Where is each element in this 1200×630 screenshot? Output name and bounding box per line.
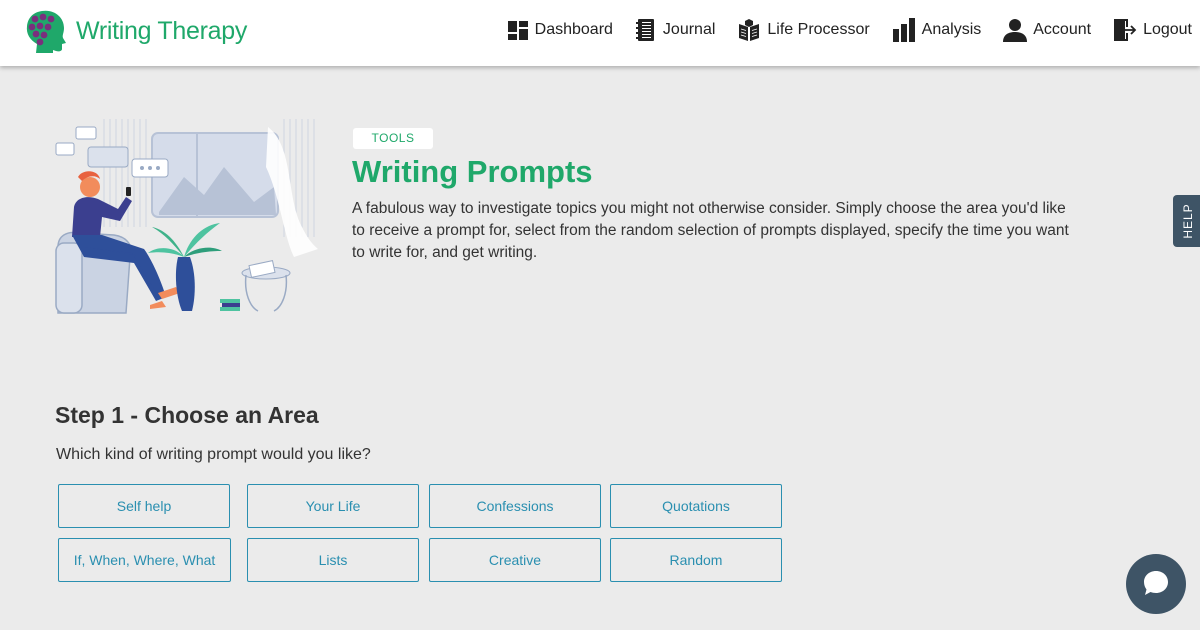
tools-tag: TOOLS xyxy=(353,128,433,149)
area-button-random[interactable]: Random xyxy=(610,538,782,582)
area-button-your-life[interactable]: Your Life xyxy=(247,484,419,528)
area-button-quotations[interactable]: Quotations xyxy=(610,484,782,528)
brand-name: Writing Therapy xyxy=(76,16,248,45)
page-description: A fabulous way to investigate topics you… xyxy=(352,200,1069,261)
area-button-lists[interactable]: Lists xyxy=(247,538,419,582)
person-reading-illustration xyxy=(55,119,318,314)
nav-life-processor-label: Life Processor xyxy=(767,21,870,38)
nav-journal-label: Journal xyxy=(662,21,716,38)
logout-icon xyxy=(1114,19,1137,41)
main-nav: Dashboard Journal Life Processor Analysi… xyxy=(485,18,1192,42)
help-tab[interactable]: HELP xyxy=(1173,195,1200,247)
brand-logo-link[interactable]: Writing Therapy xyxy=(26,9,247,53)
nav-logout[interactable]: Logout xyxy=(1113,18,1192,42)
chat-widget-button[interactable] xyxy=(1126,554,1186,614)
page-title: Writing Prompts xyxy=(352,154,593,189)
nav-life-processor[interactable]: Life Processor xyxy=(737,18,870,42)
help-tab-label: HELP xyxy=(1181,203,1195,239)
book-icon xyxy=(739,19,760,41)
nav-dashboard-label: Dashboard xyxy=(534,21,613,38)
area-button-confessions[interactable]: Confessions xyxy=(429,484,601,528)
nav-analysis[interactable]: Analysis xyxy=(892,18,982,42)
nav-dashboard[interactable]: Dashboard xyxy=(507,18,613,42)
area-button-self-help[interactable]: Self help xyxy=(58,484,230,528)
nav-account[interactable]: Account xyxy=(1003,18,1091,42)
nav-logout-label: Logout xyxy=(1143,21,1192,38)
journal-icon xyxy=(635,19,654,41)
nav-analysis-label: Analysis xyxy=(921,21,982,38)
head-logo-icon xyxy=(26,10,66,53)
user-icon xyxy=(1003,19,1028,42)
step-title: Step 1 - Choose an Area xyxy=(55,402,319,428)
dashboard-icon xyxy=(507,21,528,40)
nav-account-label: Account xyxy=(1033,21,1092,38)
chat-icon xyxy=(1144,571,1168,595)
bar-chart-icon xyxy=(892,18,915,42)
nav-journal[interactable]: Journal xyxy=(635,18,715,42)
area-button-if-when-where-what[interactable]: If, When, Where, What xyxy=(58,538,231,582)
step-question: Which kind of writing prompt would you l… xyxy=(56,446,371,463)
area-button-creative[interactable]: Creative xyxy=(429,538,601,582)
top-navbar: Writing Therapy Dashboard Journal Life P… xyxy=(0,0,1200,66)
